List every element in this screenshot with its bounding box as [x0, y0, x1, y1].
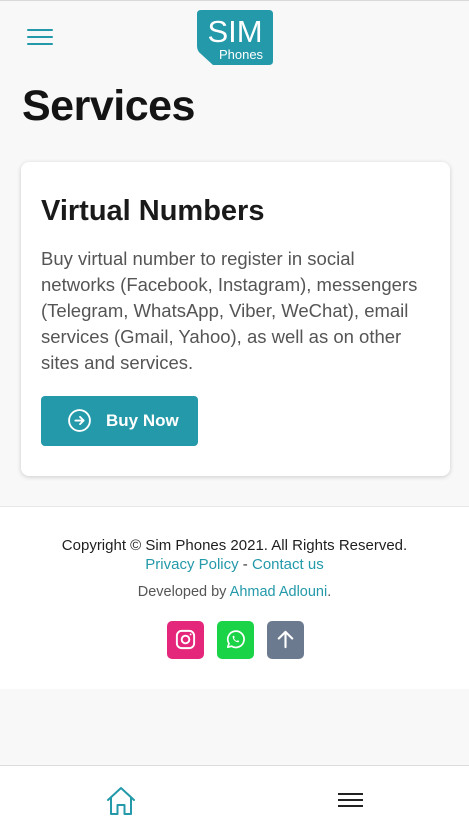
buy-now-button[interactable]: Buy Now [41, 396, 198, 446]
home-icon[interactable] [105, 785, 137, 817]
footer-links: Privacy Policy - Contact us [0, 556, 469, 573]
arrow-right-circle-icon [67, 408, 92, 433]
bottom-navigation-bar [0, 765, 469, 836]
buy-now-label: Buy Now [106, 411, 179, 430]
instagram-button[interactable] [167, 621, 204, 659]
developed-by-prefix: Developed by [137, 584, 230, 600]
footer-link-separator: - [238, 556, 252, 573]
whatsapp-button[interactable] [217, 621, 254, 659]
site-footer: Copyright © Sim Phones 2021. All Rights … [0, 506, 469, 689]
whatsapp-icon [226, 630, 245, 649]
sim-phones-logo[interactable]: SIM Phones [197, 10, 273, 65]
logo-text-main: SIM [207, 14, 262, 49]
hamburger-menu-icon[interactable] [27, 29, 53, 47]
arrow-up-icon [277, 630, 294, 649]
service-card-description: Buy virtual number to register in social… [41, 248, 418, 373]
service-card-virtual-numbers: Virtual Numbers Buy virtual number to re… [21, 162, 450, 476]
contact-us-link[interactable]: Contact us [252, 556, 324, 573]
instagram-icon [175, 629, 196, 650]
copyright-text: Copyright © Sim Phones 2021. All Rights … [61, 537, 408, 554]
developer-link[interactable]: Ahmad Adlouni [230, 584, 328, 600]
service-card-title: Virtual Numbers [41, 195, 265, 227]
privacy-policy-link[interactable]: Privacy Policy [145, 556, 238, 573]
logo-text-sub: Phones [219, 47, 264, 62]
developer-credit: Developed by Ahmad Adlouni. [0, 584, 469, 600]
scroll-to-top-button[interactable] [267, 621, 304, 659]
app-header: SIM Phones [0, 1, 469, 71]
developed-by-suffix: . [327, 584, 332, 600]
page-title: Services [22, 82, 195, 130]
hamburger-menu-icon[interactable] [338, 793, 363, 809]
